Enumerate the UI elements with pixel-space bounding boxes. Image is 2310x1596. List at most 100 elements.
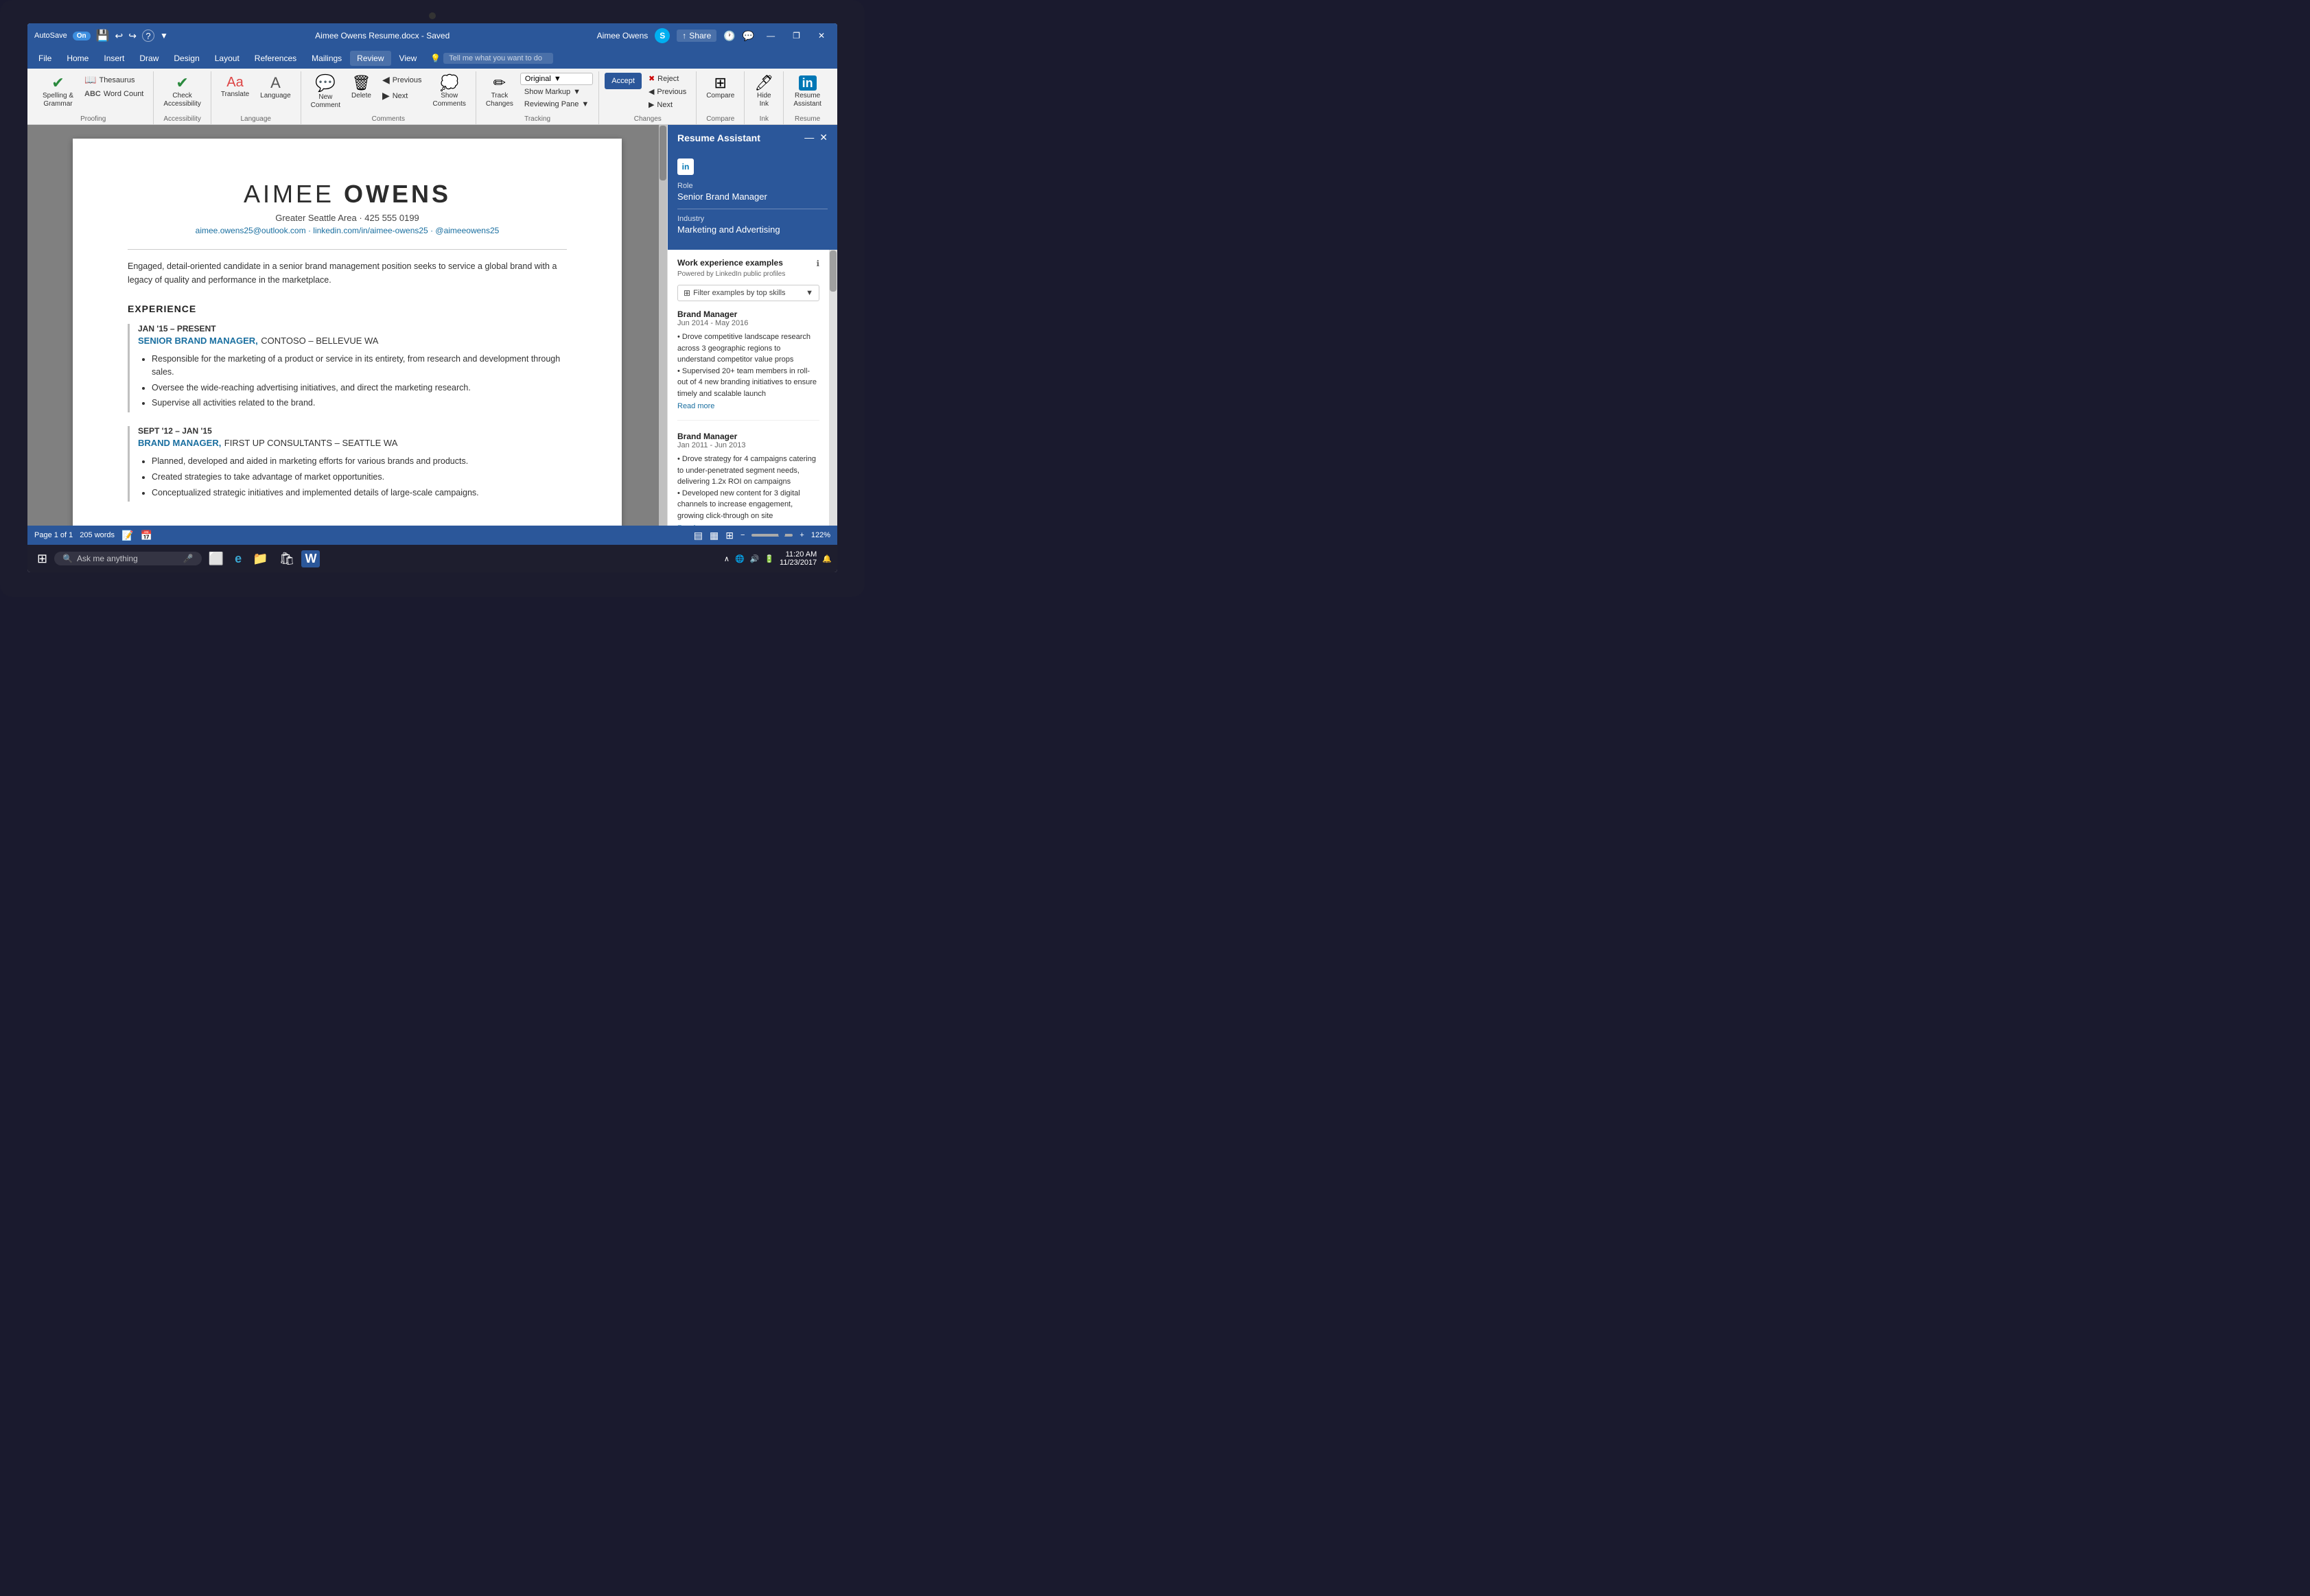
menu-mailings[interactable]: Mailings xyxy=(305,51,349,66)
view-normal-icon[interactable]: ▤ xyxy=(694,530,703,541)
resume-assistant-btn[interactable]: in ResumeAssistant xyxy=(789,73,826,111)
customize-btn[interactable]: ▼ xyxy=(160,31,168,40)
view-reader-icon[interactable]: ▦ xyxy=(710,530,719,541)
exp-card-1: Brand Manager Jun 2014 - May 2016 • Drov… xyxy=(677,309,819,421)
compare-btn[interactable]: ⊞ Compare xyxy=(702,73,738,103)
comments-btn[interactable]: 💬 xyxy=(743,30,754,42)
card1-read-more[interactable]: Read more xyxy=(677,402,819,410)
menu-layout[interactable]: Layout xyxy=(208,51,246,66)
zoom-slider[interactable] xyxy=(751,534,793,537)
job1-title-line: SENIOR BRAND MANAGER, CONTOSO – BELLEVUE… xyxy=(138,335,567,347)
role-value[interactable]: Senior Brand Manager xyxy=(677,191,828,202)
new-comment-btn[interactable]: 💬 NewComment xyxy=(307,73,345,113)
ribbon-group-compare: ⊞ Compare Compare xyxy=(697,71,745,124)
menu-review[interactable]: Review xyxy=(350,51,390,66)
zoom-plus[interactable]: + xyxy=(800,531,804,539)
network-icon[interactable]: 🌐 xyxy=(735,554,745,563)
tracking-group-label: Tracking xyxy=(482,113,593,123)
search-bar[interactable]: 🔍 Ask me anything 🎤 xyxy=(54,552,202,565)
hide-ink-btn[interactable]: 🖊 HideInk xyxy=(750,73,778,111)
word-btn[interactable]: W xyxy=(301,550,320,567)
job2-company: FIRST UP CONSULTANTS – SEATTLE WA xyxy=(224,438,398,448)
info-icon[interactable]: ℹ xyxy=(816,259,819,268)
show-comments-btn[interactable]: 💭 ShowComments xyxy=(429,73,470,111)
save-icon[interactable]: 💾 xyxy=(96,29,110,43)
ribbon-group-ink: 🖊 HideInk Ink xyxy=(745,71,784,124)
mic-icon[interactable]: 🎤 xyxy=(183,554,194,563)
panel-controls: — ✕ xyxy=(804,132,828,143)
zoom-level: 122% xyxy=(811,531,830,539)
next-change-btn[interactable]: ▶ Next xyxy=(644,99,690,110)
thesaurus-btn[interactable]: 📖 Thesaurus xyxy=(80,73,148,87)
original-dropdown[interactable]: Original ▼ xyxy=(520,73,593,85)
menu-home[interactable]: Home xyxy=(60,51,95,66)
delete-comment-btn[interactable]: 🗑 Delete xyxy=(347,73,375,103)
menu-insert[interactable]: Insert xyxy=(97,51,131,66)
prev-comment-btn[interactable]: ◀ Previous xyxy=(378,73,426,87)
skype-btn[interactable]: S xyxy=(655,28,670,43)
author-location: Greater Seattle Area · 425 555 0199 xyxy=(128,213,567,223)
start-button[interactable]: ⊞ xyxy=(33,549,51,569)
filter-label: Filter examples by top skills xyxy=(693,289,786,297)
doc-scrollbar[interactable] xyxy=(659,125,667,526)
prev-change-icon: ◀ xyxy=(649,87,654,96)
calendar-icon[interactable]: 📅 xyxy=(140,530,152,541)
store-btn[interactable]: 🛍 xyxy=(275,549,299,569)
status-bar: Page 1 of 1 205 words 📝 📅 ▤ ▦ ⊞ − + 122% xyxy=(27,526,837,545)
notes-icon[interactable]: 📝 xyxy=(121,530,133,541)
tell-me-input[interactable] xyxy=(443,53,553,64)
autosave-toggle[interactable]: On xyxy=(73,32,91,40)
zoom-thumb[interactable] xyxy=(778,531,785,538)
doc-scroll-thumb[interactable] xyxy=(660,126,666,180)
translate-btn[interactable]: Aa Translate xyxy=(217,73,253,102)
language-btn[interactable]: A Language xyxy=(256,73,295,103)
document-title: Aimee Owens Resume.docx - Saved xyxy=(315,31,450,40)
file-explorer-btn[interactable]: 📁 xyxy=(248,549,272,569)
panel-minimize-btn[interactable]: — xyxy=(804,132,814,143)
track-changes-icon: ✏ xyxy=(493,75,506,91)
share-btn[interactable]: ↑ Share xyxy=(677,30,716,42)
menu-view[interactable]: View xyxy=(393,51,424,66)
accept-btn[interactable]: Accept xyxy=(605,73,642,89)
track-changes-btn[interactable]: ✏ TrackChanges xyxy=(482,73,517,111)
proofing-label: Proofing xyxy=(38,113,148,123)
spelling-grammar-btn[interactable]: ✔ Spelling &Grammar xyxy=(38,73,78,111)
menu-draw[interactable]: Draw xyxy=(132,51,165,66)
prev-change-btn[interactable]: ◀ Previous xyxy=(644,86,690,97)
industry-value[interactable]: Marketing and Advertising xyxy=(677,224,828,235)
header-divider xyxy=(128,249,567,250)
delete-label: Delete xyxy=(351,92,371,100)
history-btn[interactable]: 🕐 xyxy=(723,30,735,42)
minimize-btn[interactable]: — xyxy=(761,30,780,42)
view-web-icon[interactable]: ⊞ xyxy=(725,530,734,541)
menu-file[interactable]: File xyxy=(32,51,58,66)
notification-btn[interactable]: 🔔 xyxy=(822,554,832,563)
redo-btn[interactable]: ↪ xyxy=(128,30,137,42)
panel-scrollbar[interactable] xyxy=(829,250,837,526)
menu-references[interactable]: References xyxy=(248,51,303,66)
menu-design[interactable]: Design xyxy=(167,51,206,66)
delete-icon: 🗑 xyxy=(352,75,371,91)
volume-icon[interactable]: 🔊 xyxy=(750,554,760,563)
check-accessibility-btn[interactable]: ✔ CheckAccessibility xyxy=(159,73,205,111)
battery-icon[interactable]: 🔋 xyxy=(765,554,774,563)
show-markup-btn[interactable]: Show Markup ▼ xyxy=(520,86,593,97)
edge-browser-btn[interactable]: e xyxy=(231,549,246,569)
task-view-btn[interactable]: ⬜ xyxy=(205,549,228,569)
undo-btn[interactable]: ↩ xyxy=(115,30,124,42)
exp-content-2: SEPT '12 – JAN '15 BRAND MANAGER, FIRST … xyxy=(138,426,567,502)
reject-btn[interactable]: ✖ Reject xyxy=(644,73,690,84)
close-btn[interactable]: ✕ xyxy=(813,30,830,42)
clock[interactable]: 11:20 AM 11/23/2017 xyxy=(780,550,817,567)
reviewing-pane-btn[interactable]: Reviewing Pane ▼ xyxy=(520,99,593,110)
job2-title-line: BRAND MANAGER, FIRST UP CONSULTANTS – SE… xyxy=(138,437,567,449)
word-count-btn[interactable]: ABC Word Count xyxy=(80,89,148,99)
panel-close-btn[interactable]: ✕ xyxy=(819,132,828,143)
zoom-minus[interactable]: − xyxy=(740,531,745,539)
panel-scroll-thumb[interactable] xyxy=(830,250,837,292)
help-btn[interactable]: ? xyxy=(142,30,154,42)
next-comment-btn[interactable]: ▶ Next xyxy=(378,89,426,103)
show-hidden-btn[interactable]: ∧ xyxy=(724,554,730,563)
filter-bar[interactable]: ⊞ Filter examples by top skills ▼ xyxy=(677,285,819,301)
restore-btn[interactable]: ❐ xyxy=(787,30,806,42)
